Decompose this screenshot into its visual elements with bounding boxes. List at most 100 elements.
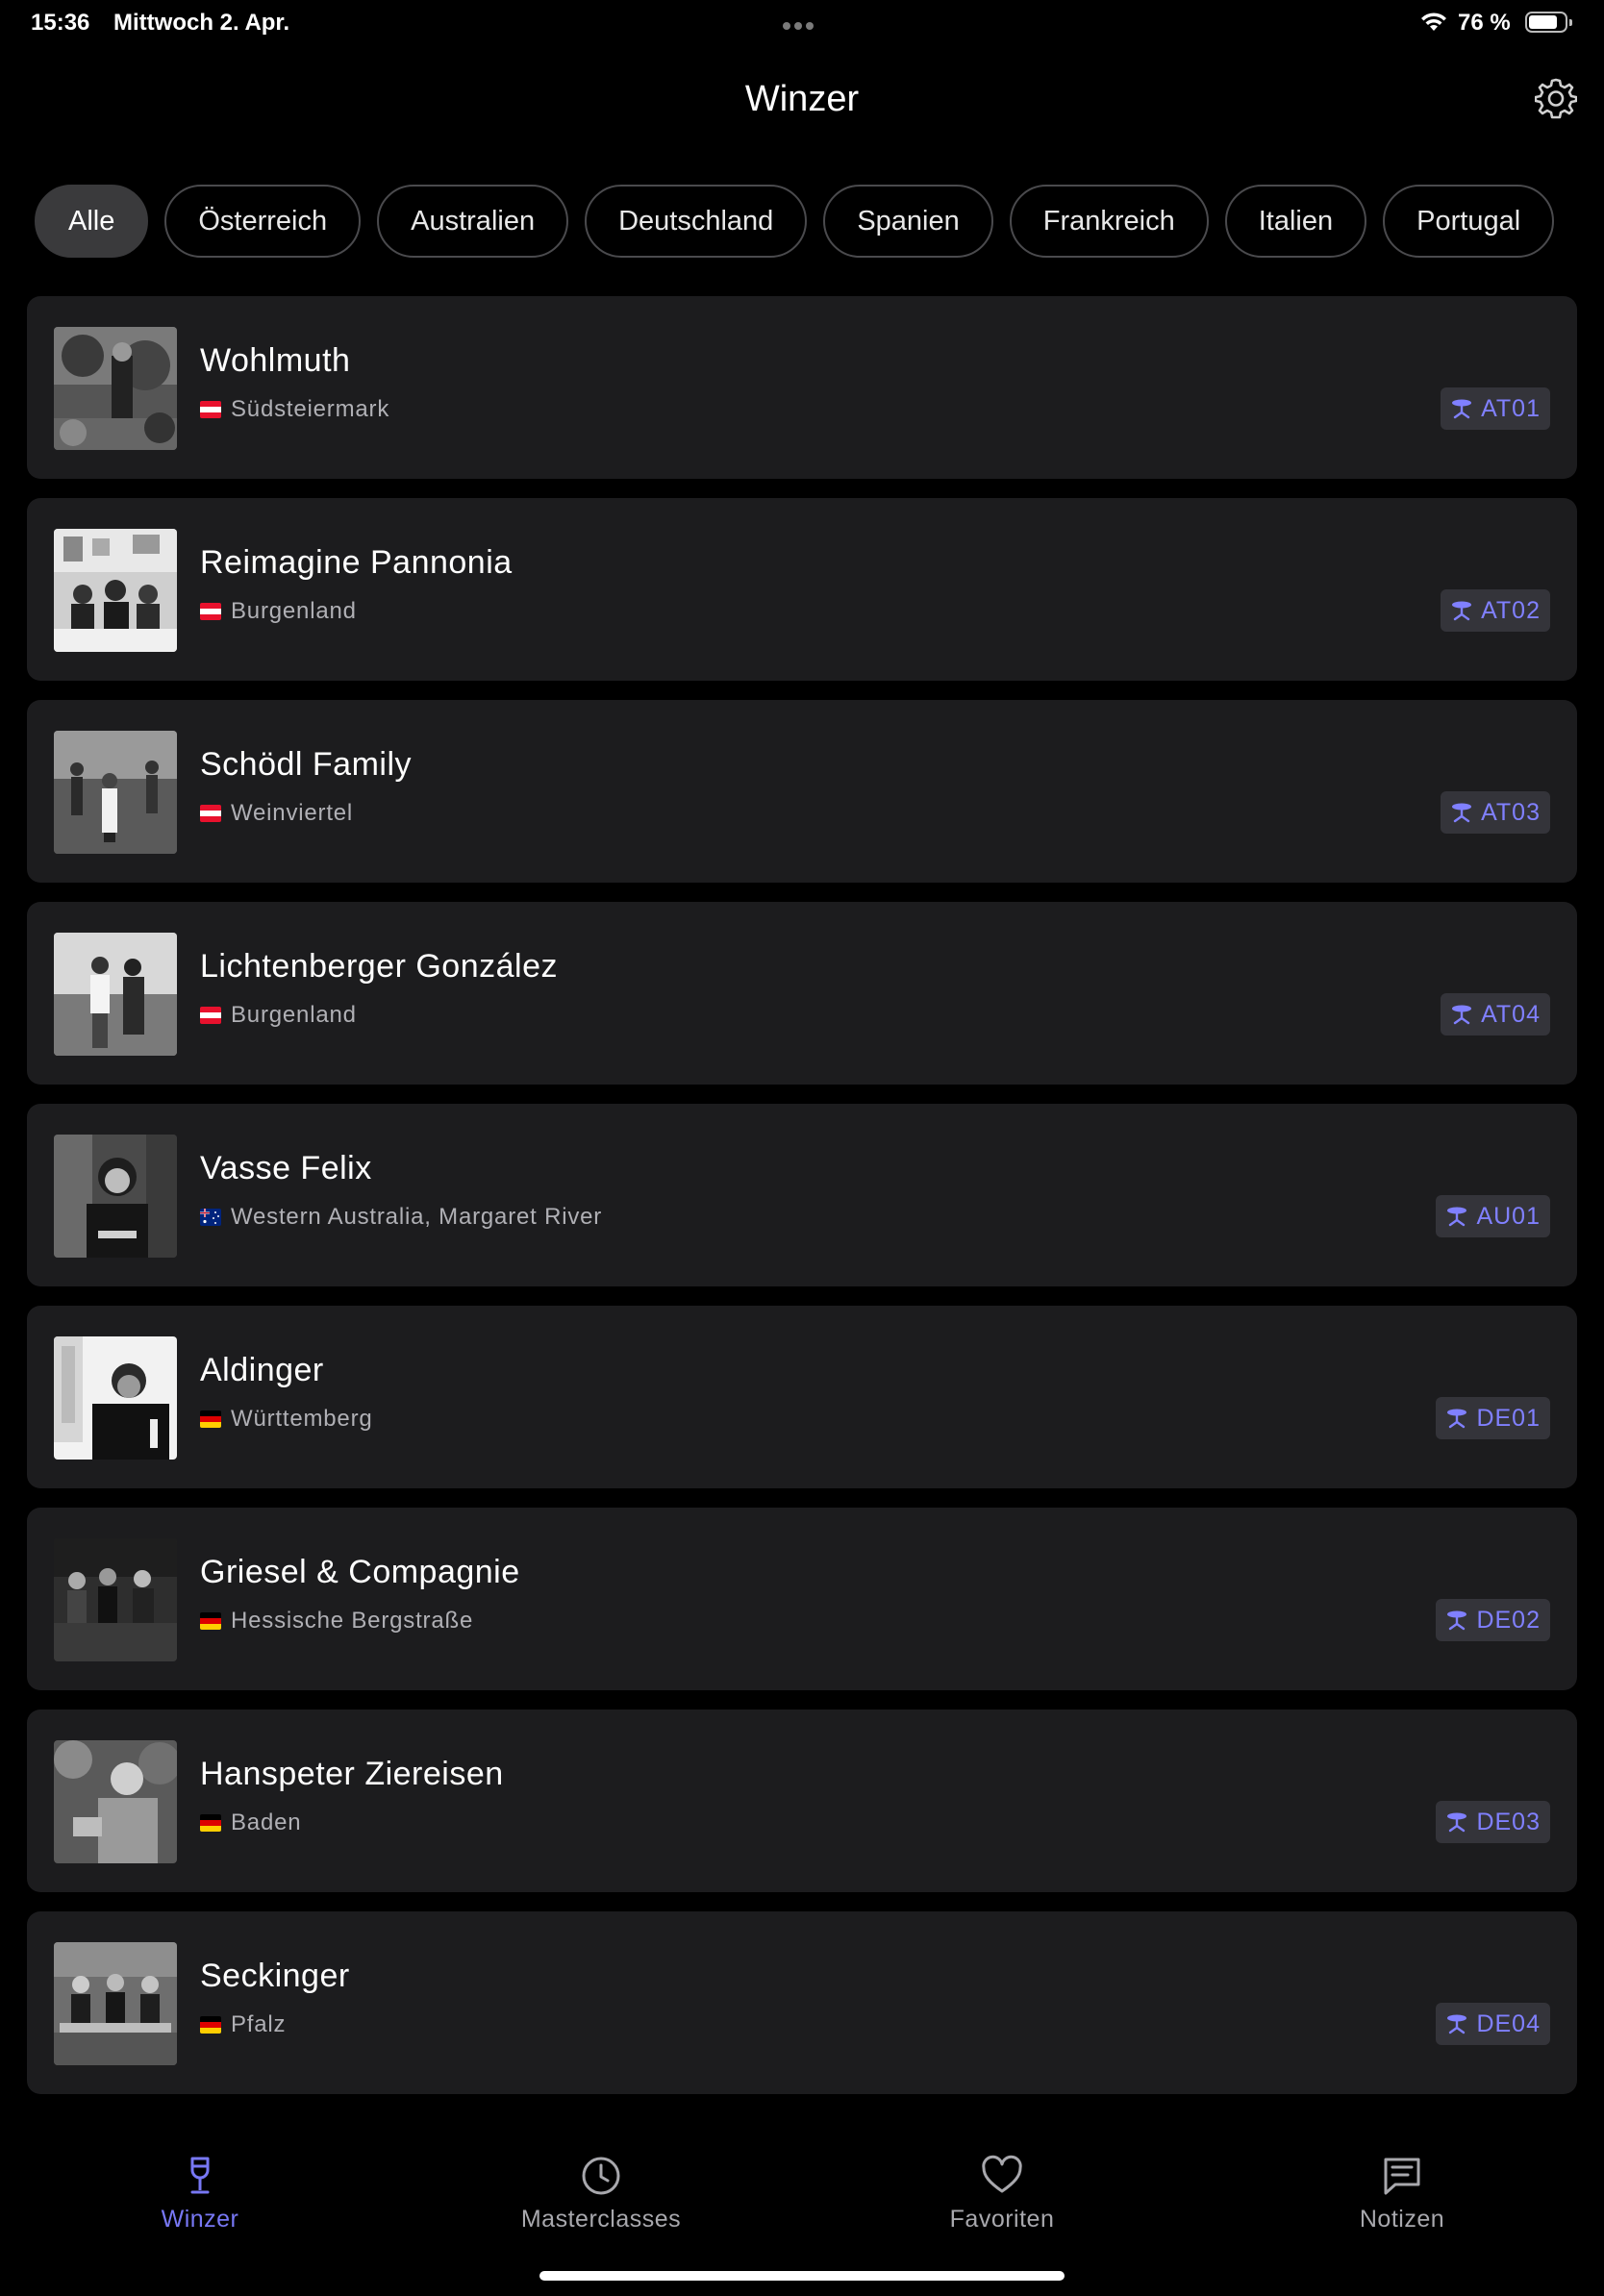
tab-notizen[interactable]: Notizen bbox=[1282, 2154, 1522, 2234]
table-icon bbox=[1447, 2014, 1467, 2034]
winzer-name: Griesel & Compagnie bbox=[200, 1554, 520, 1590]
winzer-card[interactable]: Seckinger Pfalz DE04 bbox=[27, 1911, 1577, 2094]
home-indicator[interactable] bbox=[539, 2271, 1065, 2281]
table-code: AT04 bbox=[1481, 1001, 1541, 1028]
winzer-region-row: Württemberg bbox=[200, 1406, 373, 1433]
table-code-badge: AT01 bbox=[1441, 387, 1550, 430]
winzer-region: Western Australia, Margaret River bbox=[231, 1204, 603, 1230]
table-icon bbox=[1452, 1005, 1472, 1025]
winzer-name: Wohlmuth bbox=[200, 342, 351, 379]
winzer-region: Weinviertel bbox=[231, 800, 354, 826]
table-code-badge: DE01 bbox=[1436, 1397, 1550, 1439]
filter-chip-portugal[interactable]: Portugal bbox=[1383, 185, 1555, 258]
table-icon bbox=[1447, 1812, 1467, 1833]
winzer-name: Schödl Family bbox=[200, 746, 413, 783]
winzer-region: Pfalz bbox=[231, 2011, 287, 2037]
winzer-name: Reimagine Pannonia bbox=[200, 544, 513, 581]
winzer-region: Hessische Bergstraße bbox=[231, 1608, 474, 1634]
wine-glass-icon bbox=[190, 2157, 210, 2194]
winzer-region-row: Burgenland bbox=[200, 1002, 357, 1029]
winzer-region-row: Burgenland bbox=[200, 598, 357, 625]
winzer-card[interactable]: Hanspeter Ziereisen Baden DE03 bbox=[27, 1710, 1577, 1892]
gear-icon[interactable] bbox=[1534, 77, 1578, 119]
austria-flag-icon bbox=[200, 1007, 221, 1024]
table-code-badge: DE02 bbox=[1436, 1599, 1550, 1641]
table-code-badge: DE03 bbox=[1436, 1801, 1550, 1843]
table-icon bbox=[1452, 803, 1472, 823]
table-code-badge: AT02 bbox=[1441, 589, 1550, 632]
winzer-photo bbox=[54, 1538, 177, 1661]
winzer-photo bbox=[54, 1740, 177, 1863]
tab-winzer[interactable]: Winzer bbox=[80, 2154, 320, 2234]
winzer-region-row: Western Australia, Margaret River bbox=[200, 1204, 602, 1231]
table-code: AT02 bbox=[1481, 597, 1541, 624]
winzer-name: Lichtenberger González bbox=[200, 948, 559, 985]
winzer-card[interactable]: Reimagine Pannonia Burgenland AT02 bbox=[27, 498, 1577, 681]
page-title: Winzer bbox=[744, 79, 860, 119]
table-icon bbox=[1452, 601, 1472, 621]
tab-label: Masterclasses bbox=[520, 2206, 682, 2233]
winzer-region: Württemberg bbox=[231, 1406, 373, 1432]
table-code-badge: AU01 bbox=[1436, 1195, 1550, 1237]
winzer-region-row: Südsteiermark bbox=[200, 396, 389, 423]
winzer-photo bbox=[54, 327, 177, 450]
winzer-card[interactable]: Lichtenberger González Burgenland AT04 bbox=[27, 902, 1577, 1085]
table-code: DE02 bbox=[1476, 1607, 1541, 1634]
tab-masterclasses[interactable]: Masterclasses bbox=[481, 2154, 721, 2234]
table-code: DE04 bbox=[1476, 2010, 1541, 2037]
country-filter-bar: Alle Österreich Australien Deutschland Spani… bbox=[35, 185, 1575, 258]
winzer-card[interactable]: Aldinger Württemberg DE01 bbox=[27, 1306, 1577, 1488]
winzer-region: Baden bbox=[231, 1809, 302, 1835]
chat-bubble-icon bbox=[1384, 2158, 1420, 2195]
table-code: AT03 bbox=[1481, 799, 1541, 826]
filter-chip-australien[interactable]: Australien bbox=[377, 185, 569, 258]
winzer-photo bbox=[54, 933, 177, 1056]
clock-icon bbox=[582, 2157, 620, 2195]
winzer-name: Aldinger bbox=[200, 1352, 324, 1388]
status-bar: 15:36 Mittwoch 2. Apr. 76 % bbox=[0, 0, 1604, 46]
winzer-list: Wohlmuth Südsteiermark AT01 Reimagine Pa… bbox=[27, 296, 1577, 2113]
table-code-badge: DE04 bbox=[1436, 2003, 1550, 2045]
australia-flag-icon bbox=[200, 1209, 221, 1226]
winzer-card[interactable]: Wohlmuth Südsteiermark AT01 bbox=[27, 296, 1577, 479]
winzer-card[interactable]: Vasse Felix Western Australia, Margaret … bbox=[27, 1104, 1577, 1286]
austria-flag-icon bbox=[200, 805, 221, 822]
germany-flag-icon bbox=[200, 1612, 221, 1630]
winzer-region-row: Baden bbox=[200, 1809, 301, 1836]
table-code: DE03 bbox=[1476, 1809, 1541, 1835]
tab-favoriten[interactable]: Favoriten bbox=[882, 2154, 1122, 2234]
status-date: Mittwoch 2. Apr. bbox=[113, 10, 290, 36]
table-code: DE01 bbox=[1476, 1405, 1541, 1432]
winzer-name: Seckinger bbox=[200, 1958, 350, 1994]
filter-chip-oesterreich[interactable]: Österreich bbox=[164, 185, 362, 258]
table-icon bbox=[1447, 1207, 1467, 1227]
filter-chip-alle[interactable]: Alle bbox=[35, 185, 149, 258]
winzer-photo bbox=[54, 1336, 177, 1460]
winzer-region: Burgenland bbox=[231, 1002, 357, 1028]
status-time: 15:36 bbox=[31, 10, 90, 36]
winzer-photo bbox=[54, 1942, 177, 2065]
multitasking-dots-icon[interactable] bbox=[781, 17, 815, 35]
table-code: AT01 bbox=[1481, 395, 1541, 422]
table-icon bbox=[1447, 1610, 1467, 1631]
austria-flag-icon bbox=[200, 401, 221, 418]
tab-label: Winzer bbox=[161, 2206, 239, 2233]
table-icon bbox=[1447, 1409, 1467, 1429]
winzer-photo bbox=[54, 529, 177, 652]
table-code: AU01 bbox=[1476, 1203, 1541, 1230]
winzer-card[interactable]: Griesel & Compagnie Hessische Bergstraße… bbox=[27, 1508, 1577, 1690]
battery-percentage: 76 % bbox=[1458, 10, 1511, 36]
wifi-icon bbox=[1419, 10, 1448, 37]
filter-chip-frankreich[interactable]: Frankreich bbox=[1009, 185, 1209, 258]
winzer-region-row: Weinviertel bbox=[200, 800, 353, 827]
winzer-region: Südsteiermark bbox=[231, 396, 390, 422]
winzer-card[interactable]: Schödl Family Weinviertel AT03 bbox=[27, 700, 1577, 883]
filter-chip-italien[interactable]: Italien bbox=[1224, 185, 1367, 258]
winzer-region-row: Hessische Bergstraße bbox=[200, 1608, 473, 1635]
table-code-badge: AT03 bbox=[1441, 791, 1550, 834]
filter-chip-deutschland[interactable]: Deutschland bbox=[585, 185, 808, 258]
germany-flag-icon bbox=[200, 2016, 221, 2034]
filter-chip-spanien[interactable]: Spanien bbox=[823, 185, 993, 258]
winzer-region: Burgenland bbox=[231, 598, 357, 624]
tab-bar: Winzer Masterclasses Favoriten Notizen bbox=[0, 2134, 1604, 2250]
